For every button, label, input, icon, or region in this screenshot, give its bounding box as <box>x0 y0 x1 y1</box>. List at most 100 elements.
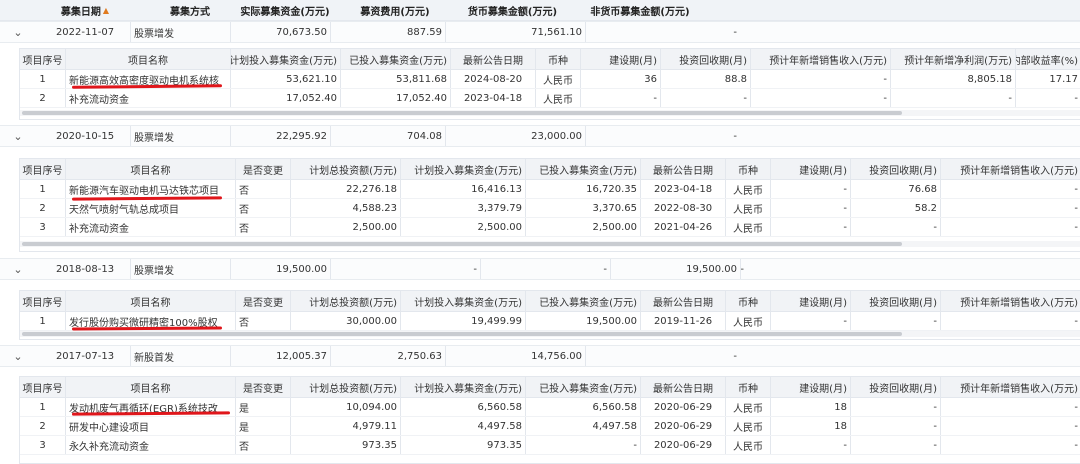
cell-currency: 人民币 <box>725 218 770 236</box>
cell-index: 2 <box>39 202 46 214</box>
cell-plan: 16,416.13 <box>400 180 525 198</box>
cell-date: 2024-08-20 <box>450 70 535 88</box>
cell-changed: 否 <box>235 436 290 454</box>
sort-icon[interactable]: ▲ <box>103 6 109 15</box>
cell-sales: - <box>940 199 1080 217</box>
th-name: 项目名称 <box>65 49 230 69</box>
th-period: 建设期(月) <box>770 377 850 397</box>
scrollbar-thumb[interactable] <box>22 242 902 246</box>
th-changed: 是否变更 <box>235 377 290 397</box>
group-method: 新股首发 <box>130 346 230 366</box>
cell-name: 新能源汽车驱动电机马达铁芯项目 <box>65 180 235 198</box>
cell-date: 2019-11-26 <box>640 312 725 330</box>
cell-sales: - <box>940 436 1080 454</box>
cell-name: 补充流动资金 <box>65 218 235 236</box>
cell-period: 36 <box>580 70 660 88</box>
cell-currency: 人民币 <box>725 312 770 330</box>
cell-plan: 19,499.99 <box>400 312 525 330</box>
cell-total: 10,094.00 <box>290 398 400 416</box>
cell-index: 1 <box>39 73 46 85</box>
th-changed: 是否变更 <box>235 291 290 311</box>
cell-invested: 16,720.35 <box>525 180 640 198</box>
cell-date: 2020-06-29 <box>640 398 725 416</box>
group-fee: 887.59 <box>330 22 445 42</box>
col-date-label: 募集日期 <box>60 6 101 18</box>
cell-changed: 否 <box>235 218 290 236</box>
cell-invested: - <box>525 436 640 454</box>
th-sales: 预计年新增销售收入(万元) <box>940 291 1080 311</box>
cell-payback: 58.2 <box>850 199 940 217</box>
cell-period: - <box>770 199 850 217</box>
project-subtable: 项目序号 项目名称 是否变更 计划总投资额(万元) 计划投入募集资金(万元) 已… <box>19 376 1080 464</box>
table-row[interactable]: 2 天然气喷射气轨总成项目 否 4,588.23 3,379.79 3,370.… <box>20 199 1080 218</box>
horizontal-scrollbar[interactable] <box>20 110 1080 116</box>
th-plan: 计划投入募集资金(万元) <box>400 291 525 311</box>
cell-total: 30,000.00 <box>290 312 400 330</box>
th-name: 项目名称 <box>65 159 235 179</box>
cell-period: - <box>770 312 850 330</box>
cell-payback: - <box>850 436 940 454</box>
group-fee: 704.08 <box>330 126 445 146</box>
cell-sales: - <box>940 180 1080 198</box>
cell-sales: - <box>940 417 1080 435</box>
th-index: 项目序号 <box>22 55 63 67</box>
chevron-down-icon[interactable]: ⌄ <box>8 126 28 146</box>
group-noncash: 19,500.00 <box>610 259 740 279</box>
cell-plan: 17,052.40 <box>230 89 340 107</box>
cell-index: 1 <box>39 401 46 413</box>
group-cash: 23,000.00 <box>445 126 585 146</box>
th-irr: 内部收益率(%) <box>1015 49 1080 69</box>
cell-changed: 是 <box>235 417 290 435</box>
cell-date: 2023-04-18 <box>450 89 535 107</box>
cell-changed: 否 <box>235 199 290 217</box>
group-fee: 2,750.63 <box>330 346 445 366</box>
chevron-down-icon[interactable]: ⌄ <box>8 22 28 42</box>
horizontal-scrollbar[interactable] <box>20 331 1080 337</box>
cell-name: 研发中心建设项目 <box>65 417 235 435</box>
table-row[interactable]: 2 补充流动资金 17,052.40 17,052.40 2023-04-18 … <box>20 89 1080 108</box>
cell-period: 18 <box>770 417 850 435</box>
th-invested: 已投入募集资金(万元) <box>525 291 640 311</box>
th-period: 建设期(月) <box>580 49 660 69</box>
th-sales: 预计年新增销售收入(万元) <box>940 159 1080 179</box>
cell-index: 2 <box>39 92 46 104</box>
cell-payback: - <box>850 398 940 416</box>
table-row[interactable]: 2 研发中心建设项目 是 4,979.11 4,497.58 4,497.58 … <box>20 417 1080 436</box>
cell-plan: 53,621.10 <box>230 70 340 88</box>
cell-changed: 否 <box>235 180 290 198</box>
cell-sales: - <box>750 70 890 88</box>
cell-irr: - <box>1015 89 1080 107</box>
th-profit: 预计年新增净利润(万元) <box>890 49 1015 69</box>
group-row[interactable]: ⌄ 2018-08-13 股票增发 19,500.00 - - 19,500.0… <box>0 258 1080 280</box>
group-row[interactable]: ⌄ 2017-07-13 新股首发 12,005.37 2,750.63 14,… <box>0 345 1080 367</box>
main-table-header: 募集日期 ▲ 募集方式 实际募集资金(万元) 募资费用(万元) 货币募集金额(万元… <box>0 0 1080 21</box>
cell-currency: 人民币 <box>725 417 770 435</box>
group-row[interactable]: ⌄ 2022-11-07 股票增发 70,673.50 887.59 71,56… <box>0 21 1080 43</box>
cell-sales: - <box>940 218 1080 236</box>
cell-period: - <box>770 180 850 198</box>
cell-changed: 否 <box>235 312 290 330</box>
cell-index: 3 <box>39 221 46 233</box>
horizontal-scrollbar[interactable] <box>20 241 1080 247</box>
cell-total: 22,276.18 <box>290 180 400 198</box>
group-row[interactable]: ⌄ 2020-10-15 股票增发 22,295.92 704.08 23,00… <box>0 125 1080 147</box>
th-invested: 已投入募集资金(万元) <box>340 49 450 69</box>
col-date-header[interactable]: 募集日期 ▲ <box>40 0 130 20</box>
group-noncash: - <box>585 126 740 146</box>
table-row[interactable]: 3 补充流动资金 否 2,500.00 2,500.00 2,500.00 20… <box>20 218 1080 237</box>
cell-index: 1 <box>39 183 46 195</box>
cell-total: 973.35 <box>290 436 400 454</box>
th-plan: 计划投入募集资金(万元) <box>400 159 525 179</box>
chevron-down-icon[interactable]: ⌄ <box>8 346 28 366</box>
group-date: 2022-11-07 <box>55 26 115 38</box>
group-cash: 14,756.00 <box>445 346 585 366</box>
scrollbar-thumb[interactable] <box>22 332 902 336</box>
th-total: 计划总投资额(万元) <box>290 377 400 397</box>
project-subtable: 项目序号 项目名称 是否变更 计划总投资额(万元) 计划投入募集资金(万元) 已… <box>19 158 1080 252</box>
cell-name: 永久补充流动资金 <box>65 436 235 454</box>
chevron-down-icon[interactable]: ⌄ <box>8 259 28 279</box>
group-actual: 19,500.00 <box>230 259 330 279</box>
table-row[interactable]: 3 永久补充流动资金 否 973.35 973.35 - 2020-06-29 … <box>20 436 1080 455</box>
scrollbar-thumb[interactable] <box>22 111 902 115</box>
subtable-header: 项目序号 项目名称 是否变更 计划总投资额(万元) 计划投入募集资金(万元) 已… <box>20 159 1080 180</box>
